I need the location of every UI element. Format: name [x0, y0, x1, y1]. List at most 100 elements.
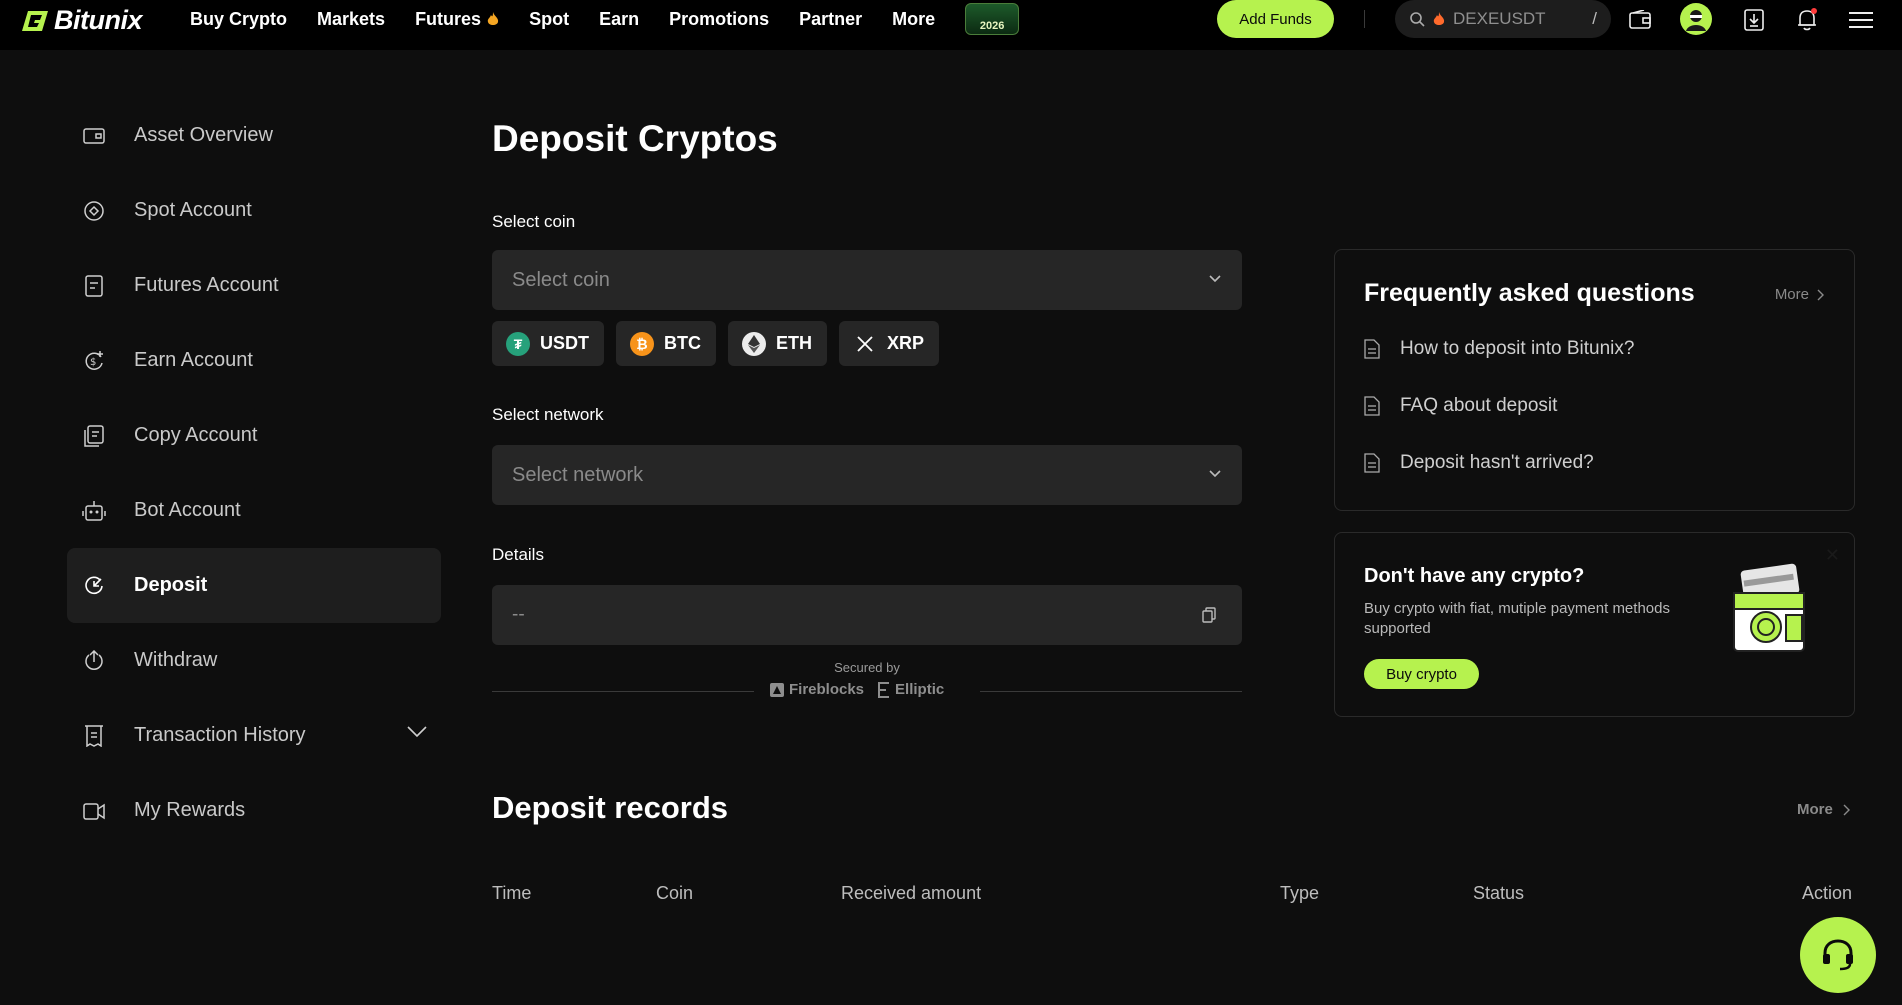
sidebar-item-label: Asset Overview — [134, 124, 273, 146]
download-icon[interactable] — [1741, 7, 1767, 33]
search-value: DEXEUSDT — [1453, 9, 1546, 28]
nav-futures-label: Futures — [415, 8, 482, 29]
wallet-icon[interactable] — [1627, 7, 1653, 33]
bitunix-logo[interactable]: Bitunix — [22, 5, 143, 36]
svg-text:$: $ — [90, 357, 96, 368]
coin-select[interactable]: Select coin — [492, 250, 1242, 310]
chevron-down-icon — [1209, 275, 1221, 283]
sidebar-item-spot-account[interactable]: Spot Account — [67, 173, 441, 248]
sidebar-item-label: My Rewards — [134, 799, 246, 821]
search-shortcut: / — [1592, 9, 1597, 28]
records-more-label: More — [1797, 801, 1833, 818]
nav-earn[interactable]: Earn — [599, 9, 639, 30]
nav-spot[interactable]: Spot — [529, 9, 569, 30]
bot-icon — [82, 499, 106, 523]
sidebar-item-asset-overview[interactable]: Asset Overview — [67, 98, 441, 173]
divider — [492, 691, 754, 692]
buy-card-title: Don't have any crypto? — [1364, 565, 1585, 587]
chevron-down-icon[interactable] — [407, 726, 427, 738]
withdraw-icon — [82, 649, 106, 673]
nav-markets[interactable]: Markets — [317, 9, 385, 30]
faq-item[interactable]: How to deposit into Bitunix? — [1364, 338, 1634, 360]
document-icon — [1364, 339, 1380, 359]
network-select[interactable]: Select network — [492, 445, 1242, 505]
buy-crypto-button[interactable]: Buy crypto — [1364, 659, 1479, 689]
coin-chip-label: ETH — [776, 333, 812, 353]
coin-chip-usdt[interactable]: ₮ USDT — [492, 321, 604, 366]
search-input[interactable]: DEXEUSDT / — [1395, 0, 1611, 38]
chevron-right-icon — [1817, 289, 1824, 300]
futures-icon — [82, 274, 106, 298]
sidebar-item-copy-account[interactable]: Copy Account — [67, 398, 441, 473]
sidebar-item-label: Copy Account — [134, 424, 258, 446]
sidebar-item-bot-account[interactable]: Bot Account — [67, 473, 441, 548]
avatar[interactable] — [1680, 3, 1712, 35]
sidebar-item-label: Spot Account — [134, 199, 252, 221]
divider — [980, 691, 1242, 692]
top-navbar: Bitunix Buy Crypto Markets Futures Spot … — [0, 0, 1902, 50]
faq-item-label: FAQ about deposit — [1400, 395, 1558, 416]
faq-item[interactable]: FAQ about deposit — [1364, 395, 1557, 417]
sidebar-item-withdraw[interactable]: Withdraw — [67, 623, 441, 698]
earn-icon: $ — [82, 349, 106, 373]
nav-partner[interactable]: Partner — [799, 9, 862, 30]
secured-by-banner: Secured by Fireblocks Elliptic — [492, 660, 1242, 700]
nav-futures[interactable]: Futures — [415, 9, 499, 30]
sidebar-item-my-rewards[interactable]: My Rewards — [67, 773, 441, 848]
sidebar-item-label: Deposit — [134, 574, 208, 596]
sidebar-item-label: Earn Account — [134, 349, 253, 371]
quick-coin-chips: ₮ USDT ₿ BTC ETH XRP — [492, 321, 940, 366]
coin-chip-xrp[interactable]: XRP — [839, 321, 940, 366]
coin-chip-eth[interactable]: ETH — [728, 321, 827, 366]
coin-chip-label: BTC — [664, 333, 701, 353]
btc-icon: ₿ — [630, 331, 654, 356]
wallet-icon — [82, 124, 106, 148]
add-funds-button[interactable]: Add Funds — [1217, 0, 1334, 38]
fireblocks-logo: Fireblocks — [770, 681, 864, 698]
faq-item-label: How to deposit into Bitunix? — [1400, 338, 1635, 359]
network-label: Select network — [492, 405, 604, 424]
sidebar-item-transaction-history[interactable]: Transaction History — [67, 698, 441, 773]
column-header-status: Status — [1473, 883, 1525, 903]
details-label: Details — [492, 545, 544, 564]
column-header-coin: Coin — [656, 883, 694, 903]
records-more-link[interactable]: More — [1797, 801, 1850, 818]
xrp-icon — [853, 331, 877, 356]
nav-more[interactable]: More — [892, 9, 935, 30]
user-avatar-icon — [1686, 10, 1706, 31]
sidebar-item-label: Bot Account — [134, 499, 241, 521]
sidebar-item-earn-account[interactable]: $ Earn Account — [67, 323, 441, 398]
coin-chip-btc[interactable]: ₿ BTC — [616, 321, 716, 366]
rewards-icon — [82, 799, 106, 823]
fire-icon — [487, 11, 499, 25]
security-partners: Fireblocks Elliptic — [770, 681, 944, 698]
eth-icon — [742, 331, 766, 356]
bell-icon[interactable] — [1794, 7, 1820, 33]
deposit-details-field: -- — [492, 585, 1242, 645]
document-icon — [1364, 453, 1380, 473]
sidebar-item-label: Futures Account — [134, 274, 279, 296]
buy-card-description: Buy crypto with fiat, mutiple payment me… — [1364, 600, 1670, 637]
event-badge-2026[interactable]: 2026 — [965, 3, 1020, 35]
card-payment-illustration — [1733, 563, 1805, 652]
menu-icon[interactable] — [1848, 7, 1874, 33]
chevron-down-icon — [1209, 470, 1221, 478]
nav-promotions[interactable]: Promotions — [669, 9, 769, 30]
support-chat-button[interactable] — [1800, 917, 1876, 993]
sidebar-item-deposit[interactable]: Deposit — [67, 548, 441, 623]
column-header-time: Time — [492, 883, 532, 903]
headset-icon — [1823, 939, 1853, 971]
copy-icon[interactable] — [1202, 607, 1216, 623]
main-nav: Buy Crypto Markets Futures Spot Earn Pro… — [190, 0, 1020, 38]
column-header-received-amount: Received amount — [841, 883, 982, 903]
elliptic-icon — [878, 681, 890, 698]
sidebar: Asset Overview Spot Account Futures Acco… — [67, 98, 441, 848]
partner-name: Fireblocks — [789, 681, 865, 698]
nav-buy-crypto[interactable]: Buy Crypto — [190, 9, 287, 30]
sidebar-item-futures-account[interactable]: Futures Account — [67, 248, 441, 323]
faq-more-link[interactable]: More — [1775, 286, 1824, 303]
close-icon[interactable]: ✕ — [1825, 545, 1840, 566]
faq-item[interactable]: Deposit hasn't arrived? — [1364, 452, 1594, 474]
faq-item-label: Deposit hasn't arrived? — [1400, 452, 1594, 473]
elliptic-logo: Elliptic — [878, 681, 944, 698]
